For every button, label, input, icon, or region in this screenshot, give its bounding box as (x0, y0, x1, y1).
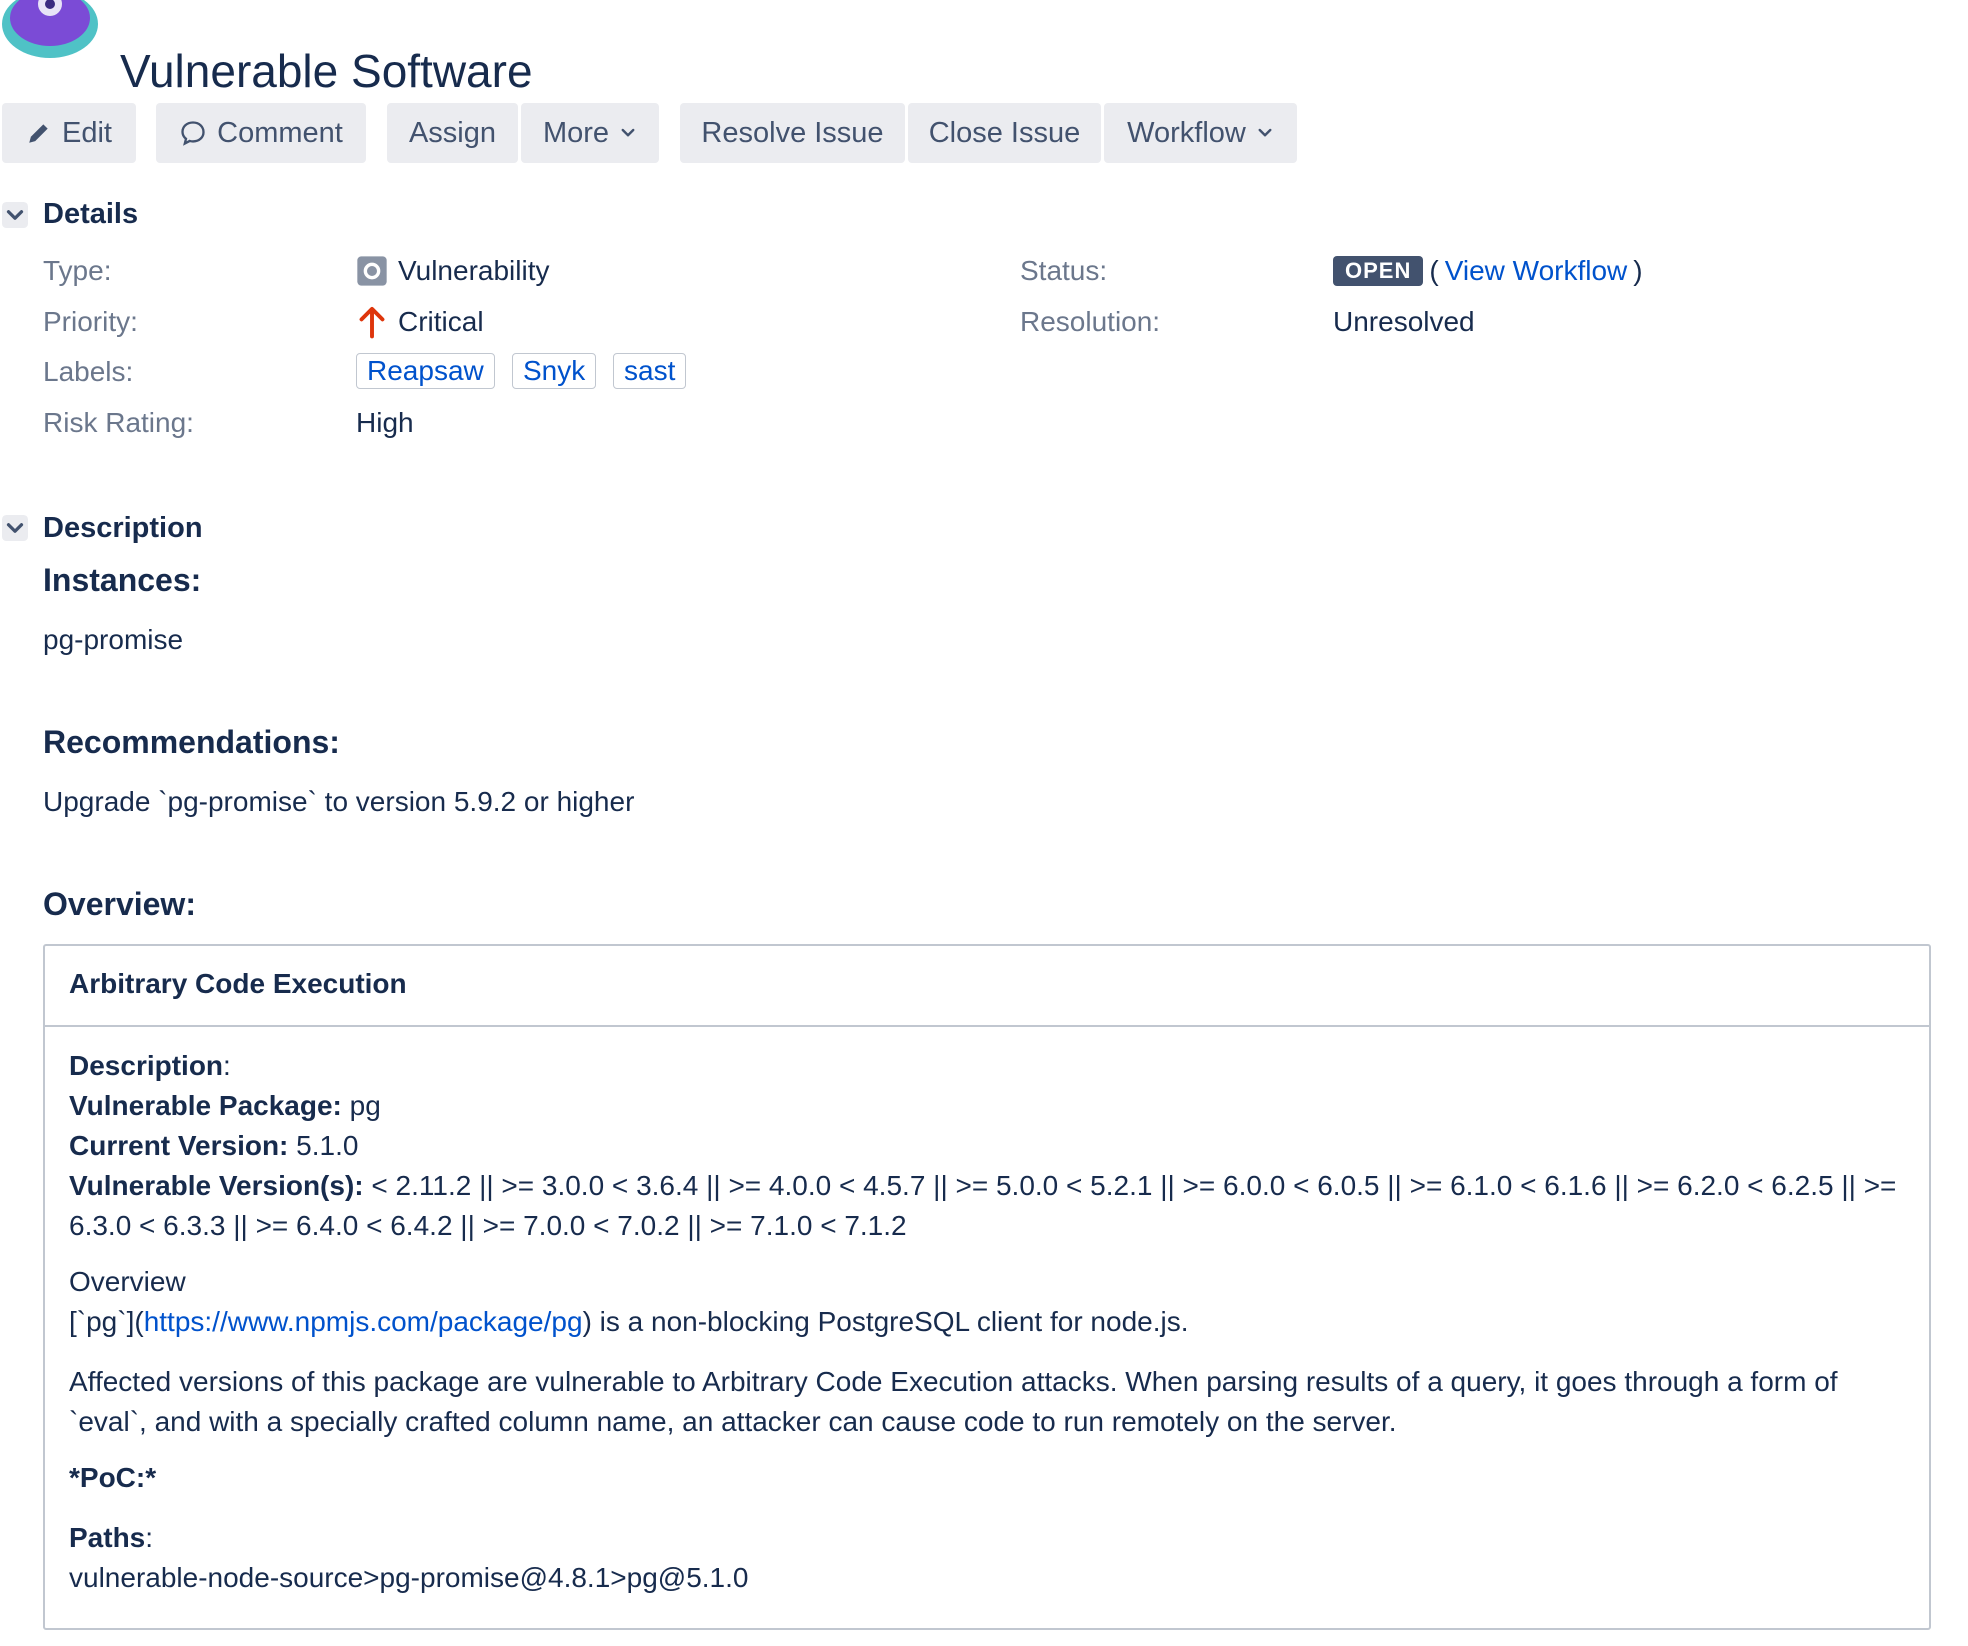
type-label: Type: (43, 255, 112, 286)
panel-description-label: Description (69, 1050, 224, 1081)
page-title: Vulnerable Software (120, 44, 533, 97)
vulnerable-package-value: pg (349, 1090, 381, 1121)
type-value-text: Vulnerability (398, 255, 550, 286)
description-toggle-icon[interactable] (2, 515, 28, 541)
paths-value: vulnerable-node-source>pg-promise@4.8.1>… (69, 1562, 749, 1593)
comment-button[interactable]: Comment (156, 103, 366, 163)
project-avatar-icon (2, 0, 98, 58)
workflow-button[interactable]: Workflow (1104, 103, 1297, 163)
details-heading: Details (43, 198, 139, 230)
speech-bubble-icon (181, 121, 205, 146)
resolve-issue-label: Resolve Issue (701, 117, 884, 149)
resolution-value: Unresolved (1333, 306, 1475, 337)
instances-heading: Instances: (43, 562, 202, 598)
details-toggle-icon[interactable] (2, 202, 28, 228)
paren-open: ( (1429, 255, 1439, 286)
panel-overview-line: [`pg`](https://www.npmjs.com/package/pg)… (69, 1302, 1189, 1342)
poc-label: *PoC:* (69, 1462, 157, 1493)
assign-button[interactable]: Assign (387, 103, 518, 163)
affected-versions-text: Affected versions of this package are vu… (69, 1366, 1838, 1437)
vulnerable-versions-label: Vulnerable Version(s): (69, 1170, 364, 1201)
close-issue-label: Close Issue (928, 117, 1081, 149)
assign-button-label: Assign (408, 117, 497, 149)
status-lozenge: OPEN (1333, 256, 1424, 286)
recommendations-heading: Recommendations: (43, 724, 340, 760)
chevron-down-icon (1258, 128, 1272, 137)
resolution-label: Resolution: (1020, 306, 1161, 337)
arrow-up-icon (359, 306, 385, 339)
panel-title: Arbitrary Code Execution (69, 968, 407, 999)
priority-label: Priority: (43, 306, 138, 337)
edit-button-label: Edit (62, 117, 112, 149)
chevron-down-icon (621, 128, 635, 137)
npm-package-link[interactable]: https://www.npmjs.com/package/pg (144, 1306, 583, 1337)
instances-value: pg-promise (43, 624, 184, 655)
label-chip-snyk[interactable]: Snyk (512, 353, 597, 389)
edit-button[interactable]: Edit (2, 103, 136, 163)
panel-header: Arbitrary Code Execution (45, 946, 1929, 1027)
recommendations-value: Upgrade `pg-promise` to version 5.9.2 or… (43, 786, 635, 817)
paren-close: ) (1633, 255, 1643, 286)
risk-rating-value: High (356, 407, 414, 438)
more-button[interactable]: More (521, 103, 659, 163)
vulnerable-package-line: Vulnerable Package: pg (69, 1086, 381, 1126)
current-version-line: Current Version: 5.1.0 (69, 1126, 358, 1166)
current-version-label: Current Version: (69, 1130, 289, 1161)
label-chip-reapsaw[interactable]: Reapsaw (356, 353, 495, 389)
label-chip-sast[interactable]: sast (613, 353, 687, 389)
overview-prefix: [`pg`]( (69, 1306, 144, 1337)
vulnerable-package-label: Vulnerable Package: (69, 1090, 342, 1121)
panel-description-colon: : (223, 1050, 231, 1081)
resolve-issue-button[interactable]: Resolve Issue (680, 103, 905, 163)
risk-rating-label: Risk Rating: (43, 407, 194, 438)
panel-overview-label: Overview (69, 1266, 186, 1297)
view-workflow-link[interactable]: View Workflow (1445, 253, 1628, 289)
priority-value: Critical (356, 304, 484, 340)
priority-value-text: Critical (398, 306, 484, 337)
paths-line: Paths: (69, 1518, 153, 1558)
paths-label: Paths (69, 1522, 146, 1553)
description-heading: Description (43, 512, 203, 544)
overview-suffix: ) is a non-blocking PostgreSQL client fo… (582, 1306, 1189, 1337)
panel-description-line: Description: (69, 1046, 231, 1086)
overview-panel: Arbitrary Code Execution Description: Vu… (43, 944, 1931, 1630)
comment-button-label: Comment (217, 117, 343, 149)
poc-text: *PoC:* (69, 1458, 156, 1498)
workflow-button-label: Workflow (1127, 117, 1246, 149)
current-version-value: 5.1.0 (296, 1130, 359, 1161)
status-label: Status: (1020, 255, 1108, 286)
type-value: Vulnerability (356, 253, 549, 289)
paths-colon: : (145, 1522, 154, 1553)
close-issue-button[interactable]: Close Issue (908, 103, 1101, 163)
vulnerable-versions-line: Vulnerable Version(s): < 2.11.2 || >= 3.… (69, 1166, 1909, 1246)
overview-heading: Overview: (43, 886, 196, 922)
labels-label: Labels: (43, 356, 134, 387)
vulnerability-icon (357, 256, 387, 286)
pencil-icon (29, 124, 48, 143)
status-value: OPEN (View Workflow) (1333, 253, 1643, 289)
more-button-label: More (542, 117, 610, 149)
